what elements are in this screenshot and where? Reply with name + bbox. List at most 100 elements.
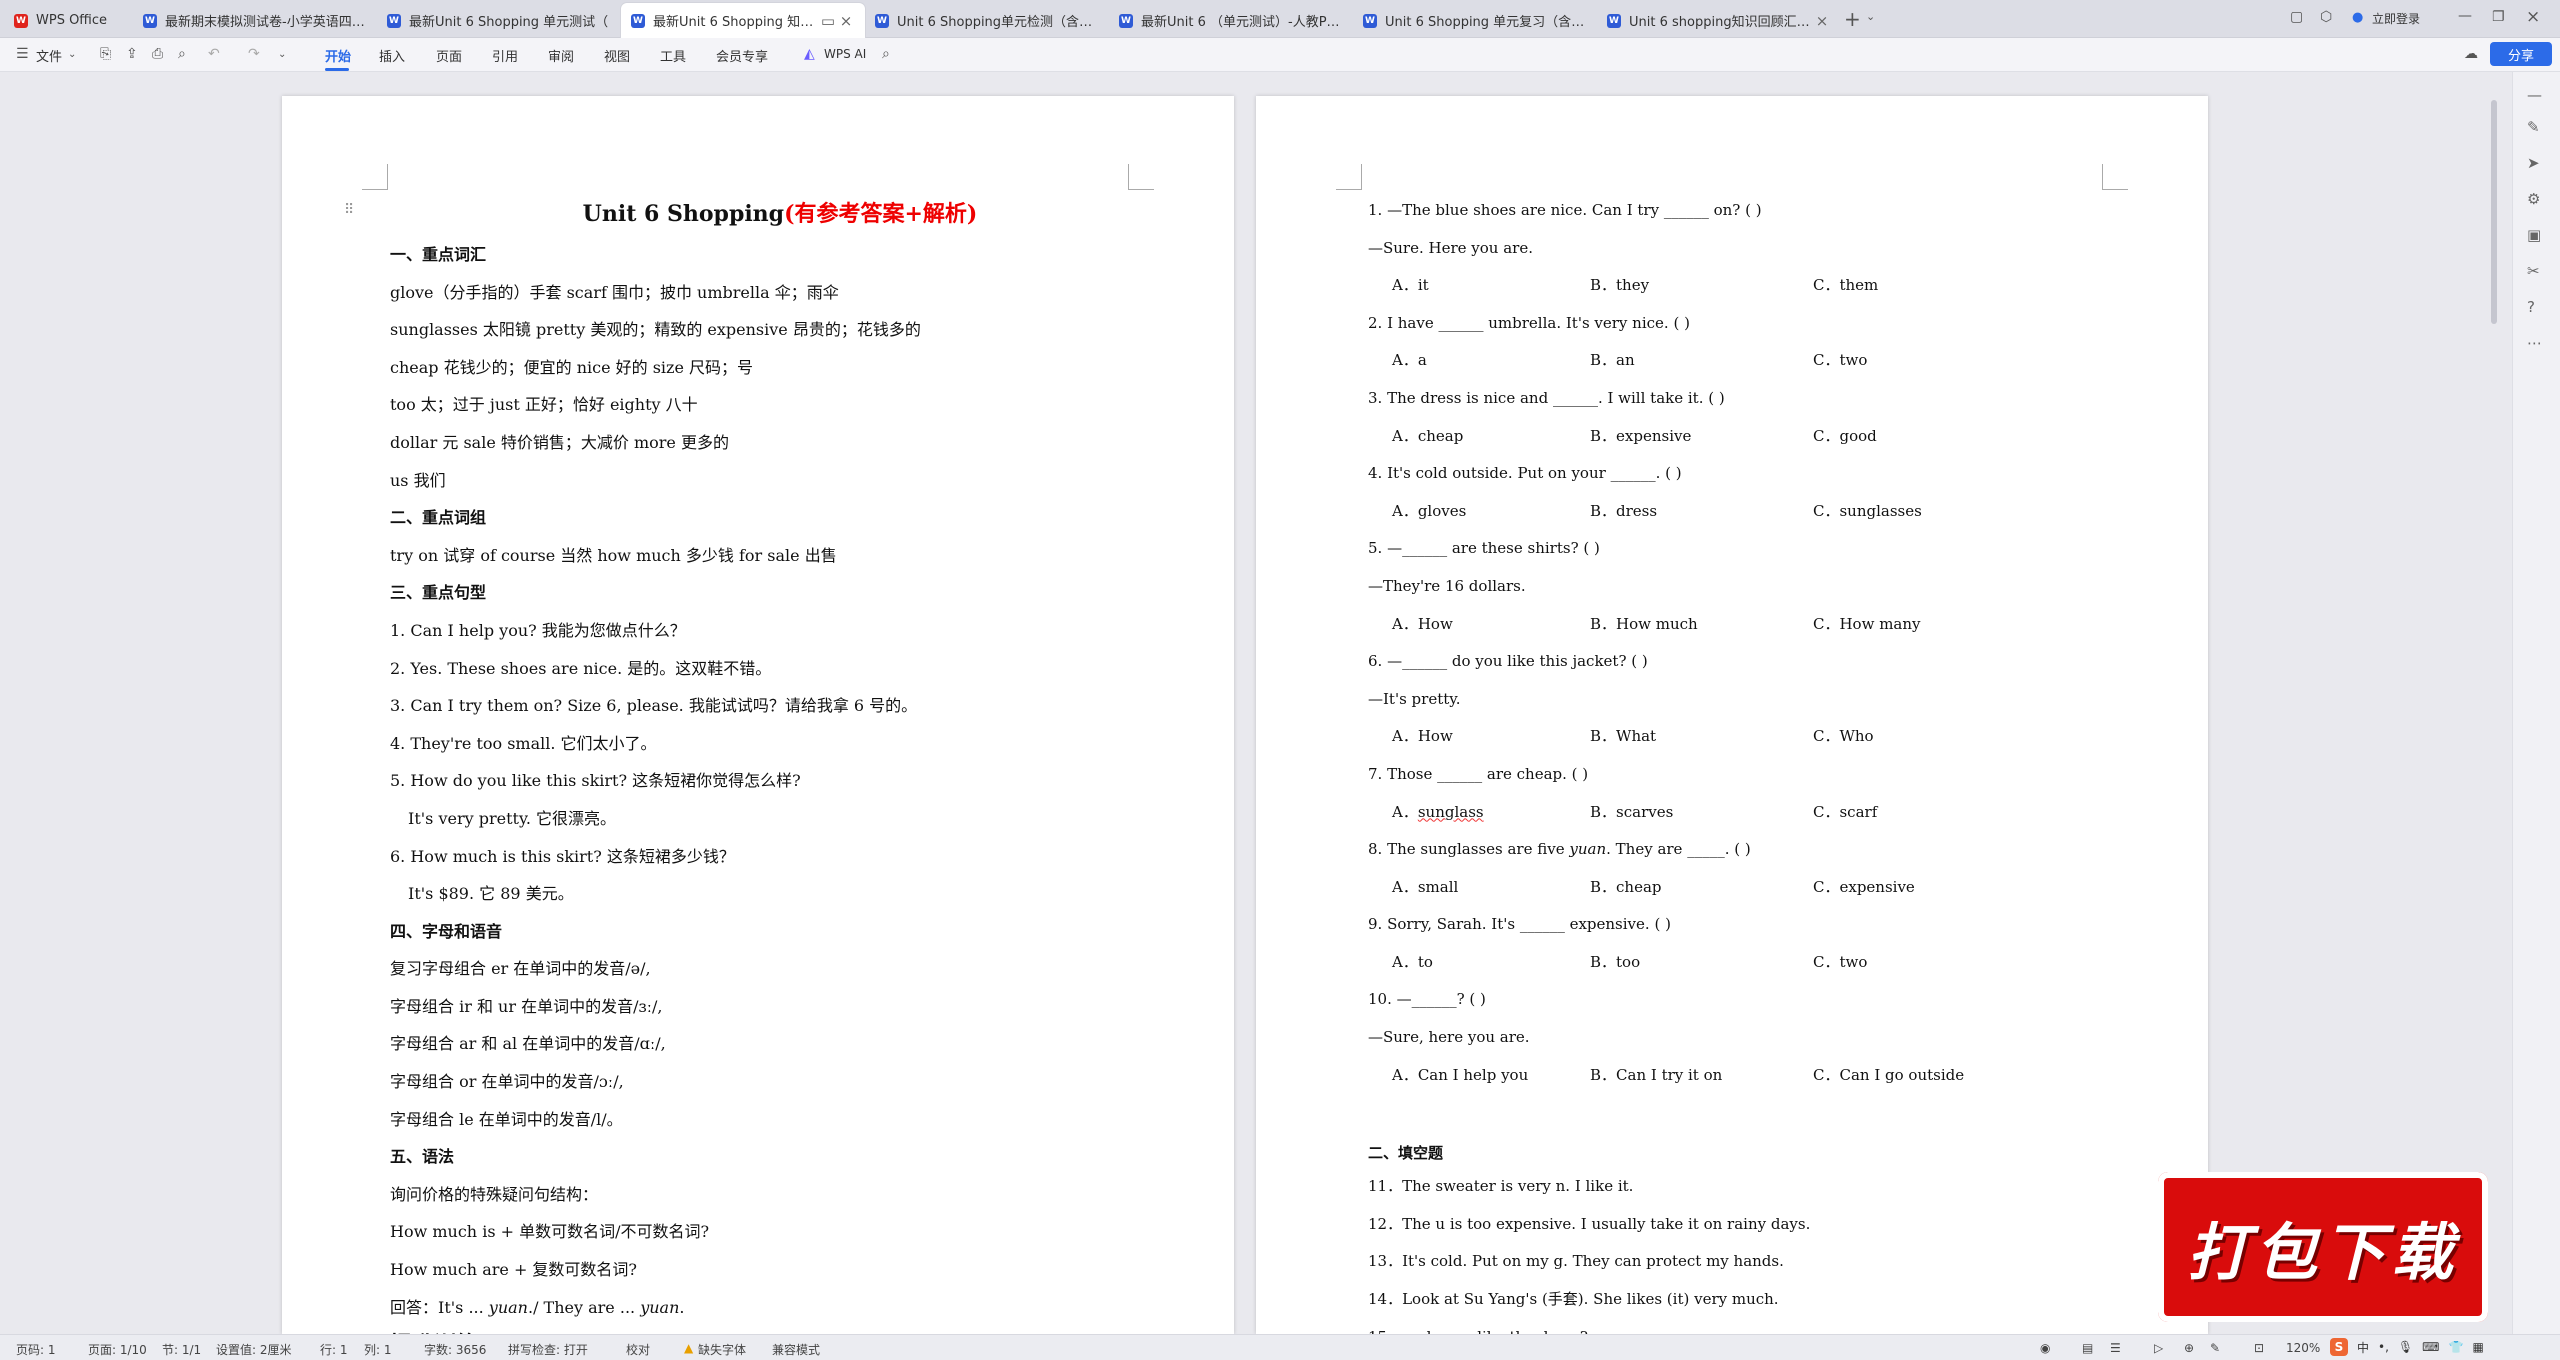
image-icon[interactable]: ▣ bbox=[2527, 226, 2541, 244]
cloud-icon[interactable]: ☁ bbox=[2464, 46, 2478, 62]
menu-review[interactable]: 审阅 bbox=[548, 46, 574, 65]
section-heading: 二、填空题 bbox=[1368, 1144, 1444, 1163]
status-missing-font[interactable]: 缺失字体 bbox=[698, 1341, 746, 1358]
close-icon[interactable]: × bbox=[1813, 12, 1831, 30]
eye-icon[interactable]: ◉ bbox=[2040, 1341, 2050, 1355]
vertical-scrollbar[interactable] bbox=[2491, 100, 2497, 324]
chevron-down-icon[interactable]: ⌄ bbox=[1866, 10, 1875, 23]
help-icon[interactable]: ? bbox=[2527, 298, 2535, 316]
cursor-icon[interactable]: ➤ bbox=[2527, 154, 2540, 172]
mic-icon[interactable]: 🎙 bbox=[2398, 1340, 2413, 1354]
section-heading: 一、重点词汇 bbox=[390, 245, 487, 264]
menu-view[interactable]: 视图 bbox=[604, 46, 630, 65]
undo-icon[interactable]: ↶ bbox=[208, 46, 220, 62]
screen-icon[interactable]: ▭ bbox=[819, 12, 837, 30]
tab-doc[interactable]: W Unit 6 Shopping 单元复习（含答案 bbox=[1353, 3, 1597, 38]
text-line: How much are + 复数可数名词? bbox=[390, 1260, 638, 1280]
chevron-down-icon[interactable]: ⌄ bbox=[68, 49, 76, 60]
grid-icon[interactable]: ▦ bbox=[2472, 1340, 2483, 1354]
status-wordcount[interactable]: 字数: 3656 bbox=[424, 1341, 486, 1358]
menu-member[interactable]: 会员专享 bbox=[716, 46, 768, 65]
status-row[interactable]: 行: 1 bbox=[320, 1341, 348, 1358]
option-a: A．How bbox=[1392, 727, 1453, 746]
status-pages[interactable]: 页面: 1/10 bbox=[88, 1341, 147, 1358]
collapse-icon[interactable]: — bbox=[2527, 86, 2542, 104]
share-button[interactable]: 分享 bbox=[2490, 42, 2552, 66]
text-line: 1. Can I help you? 我能为您做点什么？ bbox=[390, 620, 686, 640]
text-line: It's $89. 它 89 美元。 bbox=[408, 884, 574, 904]
status-compat[interactable]: 兼容模式 bbox=[772, 1341, 820, 1358]
more-icon[interactable]: ⋯ bbox=[2527, 334, 2542, 352]
document-page-left[interactable]: ⠿ Unit 6 Shopping(有参考答案+解析) 一、重点词汇 glove（… bbox=[282, 96, 1234, 1334]
text-line: 字母组合 or 在单词中的发音/ɔː/, bbox=[390, 1072, 624, 1092]
restore-icon[interactable]: ❐ bbox=[2492, 9, 2505, 25]
tab-doc[interactable]: W 最新Unit 6 Shopping 单元测试（ bbox=[377, 3, 621, 38]
menu-insert[interactable]: 插入 bbox=[379, 46, 405, 65]
status-section[interactable]: 节: 1/1 bbox=[162, 1341, 201, 1358]
drag-handle-icon[interactable]: ⠿ bbox=[344, 202, 354, 218]
page-corner-mark bbox=[2102, 164, 2128, 190]
keyboard-icon[interactable]: ⌨ bbox=[2422, 1340, 2439, 1354]
tab-doc[interactable]: W 最新期末模拟测试卷-小学英语四年级 bbox=[133, 3, 377, 38]
minimize-icon[interactable]: — bbox=[2458, 8, 2472, 24]
pen-icon[interactable]: ✎ bbox=[2527, 118, 2540, 136]
option-a: A．cheap bbox=[1392, 426, 1464, 445]
text-line: 4. They're too small. 它们太小了。 bbox=[390, 733, 657, 753]
read-mode-icon[interactable]: ▷ bbox=[2154, 1341, 2163, 1355]
user-icon[interactable]: ● bbox=[2352, 10, 2363, 25]
print-icon[interactable]: ⎙ bbox=[152, 46, 163, 62]
menu-reference[interactable]: 引用 bbox=[492, 46, 518, 65]
print-preview-icon[interactable]: ⌕ bbox=[178, 46, 186, 62]
option-b: B．Can I try it on bbox=[1590, 1065, 1723, 1084]
tab-doc[interactable]: W Unit 6 shopping知识回顾汇总+练习 × bbox=[1597, 3, 1841, 38]
tab-wps-home[interactable]: W WPS Office bbox=[4, 3, 132, 38]
ime-language[interactable]: 中 bbox=[2357, 1339, 2369, 1356]
fit-icon[interactable]: ⊡ bbox=[2254, 1341, 2264, 1355]
chevron-down-icon[interactable]: ⌄ bbox=[278, 49, 286, 60]
tab-doc[interactable]: W 最新Unit 6 （单元测试）-人教PEP版 bbox=[1109, 3, 1353, 38]
tab-doc[interactable]: W Unit 6 Shopping单元检测（含答案 bbox=[865, 3, 1109, 38]
page-view-icon[interactable]: ▤ bbox=[2082, 1341, 2093, 1355]
list-view-icon[interactable]: ☰ bbox=[2110, 1341, 2121, 1355]
document-page-right[interactable]: 1. —The blue shoes are nice. Can I try _… bbox=[1256, 96, 2208, 1334]
menu-wps-ai[interactable]: WPS AI bbox=[824, 47, 866, 61]
export-icon[interactable]: ⇪ bbox=[126, 46, 138, 62]
tools-icon[interactable]: ✂ bbox=[2527, 262, 2540, 280]
status-setting[interactable]: 设置值: 2厘米 bbox=[216, 1341, 292, 1358]
download-promo-banner[interactable]: 打包下载 bbox=[2158, 1172, 2488, 1322]
status-proof[interactable]: 校对 bbox=[626, 1341, 650, 1358]
close-window-icon[interactable]: × bbox=[2526, 7, 2540, 27]
menu-bar: ☰ 文件 ⌄ ⎘ ⇪ ⎙ ⌕ ↶ ↷ ⌄ 开始 插入 页面 引用 审阅 视图 工… bbox=[0, 38, 2560, 72]
hamburger-icon[interactable]: ☰ bbox=[16, 46, 29, 62]
status-col[interactable]: 列: 1 bbox=[364, 1341, 392, 1358]
close-icon[interactable]: × bbox=[837, 12, 855, 30]
menu-page[interactable]: 页面 bbox=[436, 46, 462, 65]
document-title: Unit 6 Shopping(有参考答案+解析) bbox=[390, 192, 1170, 236]
window-list-icon[interactable]: ▢ bbox=[2290, 9, 2303, 25]
cube-icon[interactable]: ⬡ bbox=[2320, 9, 2332, 25]
pen-mode-icon[interactable]: ✎ bbox=[2210, 1341, 2220, 1355]
promo-text: 打包下载 bbox=[2186, 1216, 2459, 1289]
status-spellcheck[interactable]: 拼写检查: 打开 bbox=[508, 1341, 588, 1358]
text-line: It's very pretty. 它很漂亮。 bbox=[408, 808, 617, 828]
option-b: B．scarves bbox=[1590, 802, 1674, 821]
login-link[interactable]: 立即登录 bbox=[2372, 10, 2420, 27]
ime-toolbar[interactable]: S 中 •, 🎙 ⌨ 👕 ▦ bbox=[2330, 1336, 2484, 1358]
web-view-icon[interactable]: ⊕ bbox=[2184, 1341, 2194, 1355]
sogou-icon[interactable]: S bbox=[2330, 1338, 2348, 1356]
tab-label: 最新Unit 6 Shopping 单元测试（ bbox=[409, 15, 609, 30]
shirt-icon[interactable]: 👕 bbox=[2448, 1340, 2463, 1354]
tab-doc-active[interactable]: W 最新Unit 6 Shopping 知识点 ▭ × bbox=[621, 3, 865, 38]
menu-home[interactable]: 开始 bbox=[325, 46, 351, 65]
settings-sliders-icon[interactable]: ⚙ bbox=[2527, 190, 2540, 208]
menu-tools[interactable]: 工具 bbox=[660, 46, 686, 65]
search-icon[interactable]: ⌕ bbox=[882, 46, 890, 62]
save-icon[interactable]: ⎘ bbox=[100, 46, 111, 62]
menu-file[interactable]: 文件 bbox=[36, 46, 62, 65]
zoom-level[interactable]: 120% bbox=[2286, 1341, 2320, 1355]
redo-icon[interactable]: ↷ bbox=[248, 46, 260, 62]
word-doc-icon: W bbox=[1119, 13, 1133, 28]
add-tab-icon[interactable]: + bbox=[1844, 7, 1861, 31]
status-page[interactable]: 页码: 1 bbox=[16, 1341, 56, 1358]
punctuation-icon[interactable]: •, bbox=[2378, 1340, 2389, 1354]
